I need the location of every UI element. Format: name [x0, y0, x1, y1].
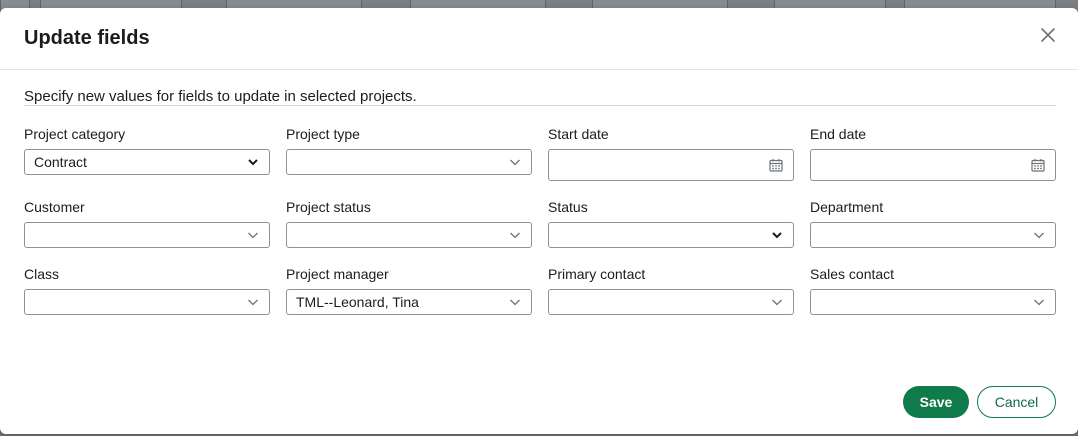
chevron-down-icon — [510, 299, 520, 306]
close-button[interactable] — [1038, 25, 1058, 45]
project-manager-label: Project manager — [286, 266, 389, 282]
project-status-label: Project status — [286, 199, 371, 215]
calendar-icon[interactable] — [769, 158, 783, 172]
end-date-label: End date — [810, 126, 867, 142]
cancel-button[interactable]: Cancel — [977, 386, 1056, 418]
project-manager-value: TML--Leonard, Tina — [296, 294, 419, 310]
chevron-down-icon — [772, 232, 782, 239]
project-category-select[interactable]: Contract — [24, 149, 270, 175]
project-manager-select[interactable]: TML--Leonard, Tina — [286, 289, 532, 315]
class-field: Class — [24, 265, 270, 315]
project-manager-field: Project manager TML--Leonard, Tina — [286, 265, 532, 315]
primary-contact-field: Primary contact — [548, 265, 794, 315]
save-button[interactable]: Save — [903, 386, 969, 418]
department-field: Department — [810, 198, 1056, 248]
primary-contact-label: Primary contact — [548, 266, 646, 282]
chevron-down-icon — [1034, 299, 1044, 306]
start-date-label: Start date — [548, 126, 609, 142]
start-date-input[interactable] — [548, 149, 794, 181]
customer-select[interactable] — [24, 222, 270, 248]
class-label: Class — [24, 266, 60, 282]
class-select[interactable] — [24, 289, 270, 315]
project-type-select[interactable] — [286, 149, 532, 175]
chevron-down-icon — [248, 232, 258, 239]
department-select[interactable] — [810, 222, 1056, 248]
start-date-field: Start date — [548, 125, 794, 181]
project-status-field: Project status — [286, 198, 532, 248]
primary-contact-select[interactable] — [548, 289, 794, 315]
project-status-select[interactable] — [286, 222, 532, 248]
sales-contact-field: Sales contact — [810, 265, 1056, 315]
project-category-label: Project category — [24, 126, 126, 142]
status-field: Status — [548, 198, 794, 248]
dialog-instructions: Specify new values for fields to update … — [24, 88, 417, 105]
dialog-header: Update fields — [0, 8, 1078, 70]
project-category-value: Contract — [34, 154, 87, 170]
chevron-down-icon — [510, 159, 520, 166]
project-type-field: Project type — [286, 125, 532, 175]
dialog-title: Update fields — [24, 27, 150, 49]
department-label: Department — [810, 199, 884, 215]
end-date-field: End date — [810, 125, 1056, 181]
sales-contact-label: Sales contact — [810, 266, 895, 282]
sales-contact-select[interactable] — [810, 289, 1056, 315]
calendar-icon[interactable] — [1031, 158, 1045, 172]
chevron-down-icon — [248, 159, 258, 166]
chevron-down-icon — [1034, 232, 1044, 239]
chevron-down-icon — [510, 232, 520, 239]
status-label: Status — [548, 199, 588, 215]
chevron-down-icon — [772, 299, 782, 306]
status-select[interactable] — [548, 222, 794, 248]
customer-label: Customer — [24, 199, 85, 215]
close-icon — [1041, 28, 1055, 42]
end-date-input[interactable] — [810, 149, 1056, 181]
update-fields-dialog: Update fields Specify new values for fie… — [0, 8, 1078, 434]
project-type-label: Project type — [286, 126, 360, 142]
chevron-down-icon — [248, 299, 258, 306]
project-category-field: Project category Contract — [24, 125, 270, 175]
divider — [24, 105, 1056, 106]
customer-field: Customer — [24, 198, 270, 248]
